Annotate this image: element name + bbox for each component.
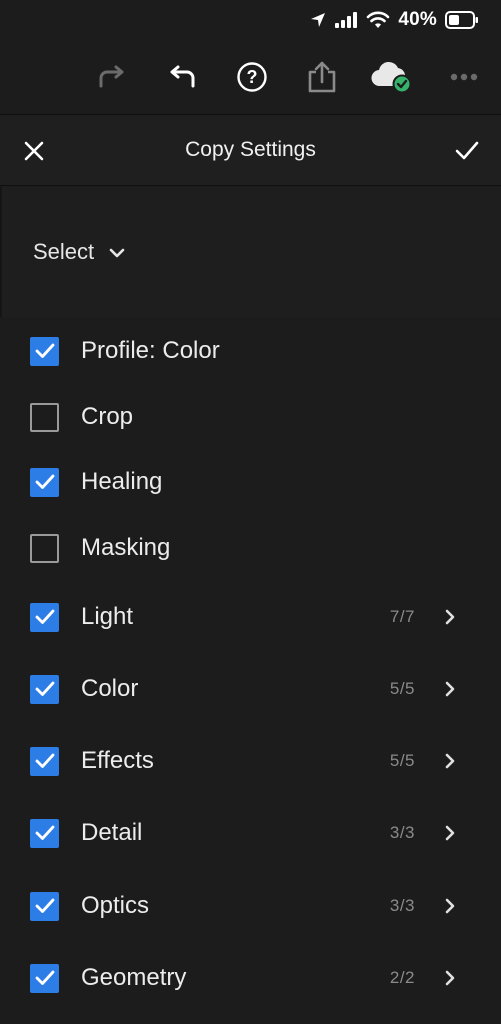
dialog-title: Copy Settings — [185, 138, 316, 161]
setting-checkbox[interactable] — [30, 402, 59, 432]
setting-checkbox[interactable] — [30, 602, 59, 632]
more-icon[interactable] — [427, 44, 501, 110]
toolbar: ? — [0, 44, 501, 110]
checkmark-icon — [35, 609, 54, 624]
setting-count: 3/3 — [389, 823, 415, 842]
redo-icon[interactable] — [77, 44, 147, 110]
setting-label: Crop — [81, 403, 134, 430]
setting-count: 5/5 — [389, 751, 415, 770]
checkmark-icon — [35, 898, 54, 913]
setting-checkbox[interactable] — [30, 336, 59, 366]
chevron-down-icon — [108, 239, 126, 265]
setting-label: Optics — [81, 892, 150, 919]
setting-row[interactable]: Effects 5/5 — [0, 731, 501, 791]
setting-label: Light — [81, 603, 134, 630]
setting-row[interactable]: Light 7/7 — [0, 587, 501, 647]
checkmark-icon — [35, 681, 54, 696]
setting-label: Color — [81, 675, 139, 702]
dialog-header: Copy Settings — [0, 114, 501, 186]
setting-checkbox[interactable] — [30, 674, 59, 704]
checkmark-icon[interactable] — [449, 133, 485, 169]
checkmark-icon — [35, 970, 54, 985]
setting-row[interactable]: Masking — [0, 518, 501, 578]
setting-checkbox[interactable] — [30, 533, 59, 563]
setting-label: Profile: Color — [81, 337, 220, 364]
setting-label: Geometry — [81, 964, 187, 991]
help-icon[interactable]: ? — [217, 44, 287, 110]
checkmark-icon — [35, 343, 54, 358]
chevron-right-icon[interactable] — [439, 750, 461, 772]
chevron-right-icon[interactable] — [439, 895, 461, 917]
setting-count: 2/2 — [389, 968, 415, 987]
select-area: Select — [0, 187, 501, 317]
location-arrow-icon — [310, 12, 326, 28]
setting-checkbox[interactable] — [30, 818, 59, 848]
undo-icon[interactable] — [147, 44, 217, 110]
setting-label: Detail — [81, 819, 143, 846]
setting-row[interactable]: Geometry 2/2 — [0, 948, 501, 1008]
signal-icon — [334, 12, 358, 28]
setting-checkbox[interactable] — [30, 467, 59, 497]
setting-count: 5/5 — [389, 679, 415, 698]
setting-count: 3/3 — [389, 896, 415, 915]
setting-row[interactable]: Healing — [0, 452, 501, 512]
checkmark-icon — [35, 474, 54, 489]
wifi-icon — [366, 11, 390, 29]
select-label: Select — [33, 239, 95, 264]
setting-row[interactable]: Color 5/5 — [0, 659, 501, 719]
chevron-right-icon[interactable] — [439, 606, 461, 628]
status-bar: 40% — [0, 0, 501, 40]
setting-count: 7/7 — [389, 607, 415, 626]
cloud-synced-icon[interactable] — [357, 44, 427, 110]
setting-label: Healing — [81, 468, 163, 495]
setting-row[interactable]: Crop — [0, 387, 501, 447]
share-icon[interactable] — [287, 44, 357, 110]
setting-checkbox[interactable] — [30, 963, 59, 993]
chevron-right-icon[interactable] — [439, 678, 461, 700]
select-dropdown[interactable]: Select — [33, 239, 126, 265]
setting-row[interactable]: Detail 3/3 — [0, 803, 501, 863]
copy-settings-screen: 40% ? Copy Settings Select Profile: Colo… — [0, 0, 501, 1024]
battery-percent: 40% — [398, 9, 437, 30]
setting-label: Effects — [81, 747, 154, 774]
setting-checkbox[interactable] — [30, 891, 59, 921]
setting-row[interactable]: Optics 3/3 — [0, 876, 501, 936]
close-icon[interactable] — [16, 133, 52, 169]
setting-checkbox[interactable] — [30, 746, 59, 776]
chevron-right-icon[interactable] — [439, 822, 461, 844]
setting-label: Masking — [81, 534, 171, 561]
battery-icon — [445, 11, 479, 29]
setting-row[interactable]: Profile: Color — [0, 321, 501, 381]
checkmark-icon — [35, 825, 54, 840]
chevron-right-icon[interactable] — [439, 967, 461, 989]
divider — [0, 187, 2, 317]
checkmark-icon — [35, 753, 54, 768]
svg-text:?: ? — [247, 67, 258, 87]
